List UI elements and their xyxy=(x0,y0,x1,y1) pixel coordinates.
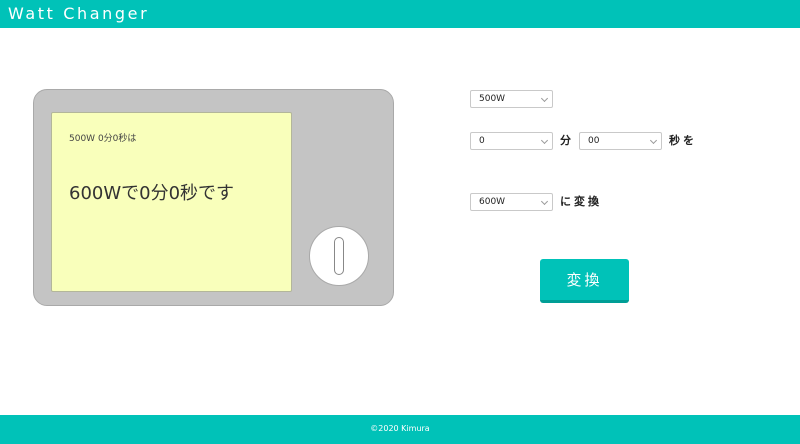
minutes-value: 0 xyxy=(479,136,485,146)
app-title: Watt Changer xyxy=(8,4,150,23)
convert-button[interactable]: 変換 xyxy=(540,259,629,303)
source-wattage-select[interactable]: 500W xyxy=(470,90,553,108)
microwave-knob xyxy=(309,226,369,286)
target-wattage-select[interactable]: 600W xyxy=(470,193,553,211)
minutes-select[interactable]: 0 xyxy=(470,132,553,150)
page: Watt Changer 500W 0分0秒は 600Wで0分0秒です 500W… xyxy=(0,0,800,444)
result-text: 600Wで0分0秒です xyxy=(69,183,235,204)
target-wattage-value: 600W xyxy=(479,197,506,207)
chevron-down-icon xyxy=(540,94,549,103)
footer-bar: ©2020 Kimura xyxy=(0,415,800,444)
microwave-screen: 500W 0分0秒は 600Wで0分0秒です xyxy=(51,112,292,292)
chevron-down-icon xyxy=(540,197,549,206)
input-summary-text: 500W 0分0秒は xyxy=(69,134,137,144)
source-wattage-value: 500W xyxy=(479,94,506,104)
copyright-text: ©2020 Kimura xyxy=(370,424,430,433)
chevron-down-icon xyxy=(649,136,658,145)
knob-slot xyxy=(334,237,344,275)
microwave-illustration: 500W 0分0秒は 600Wで0分0秒です xyxy=(33,89,394,306)
header-bar: Watt Changer xyxy=(0,0,800,28)
chevron-down-icon xyxy=(540,136,549,145)
minutes-label: 分 xyxy=(560,134,574,147)
seconds-select[interactable]: 00 xyxy=(579,132,662,150)
seconds-label: 秒を xyxy=(669,134,697,147)
seconds-value: 00 xyxy=(588,136,600,146)
target-label: に変換 xyxy=(560,195,602,208)
